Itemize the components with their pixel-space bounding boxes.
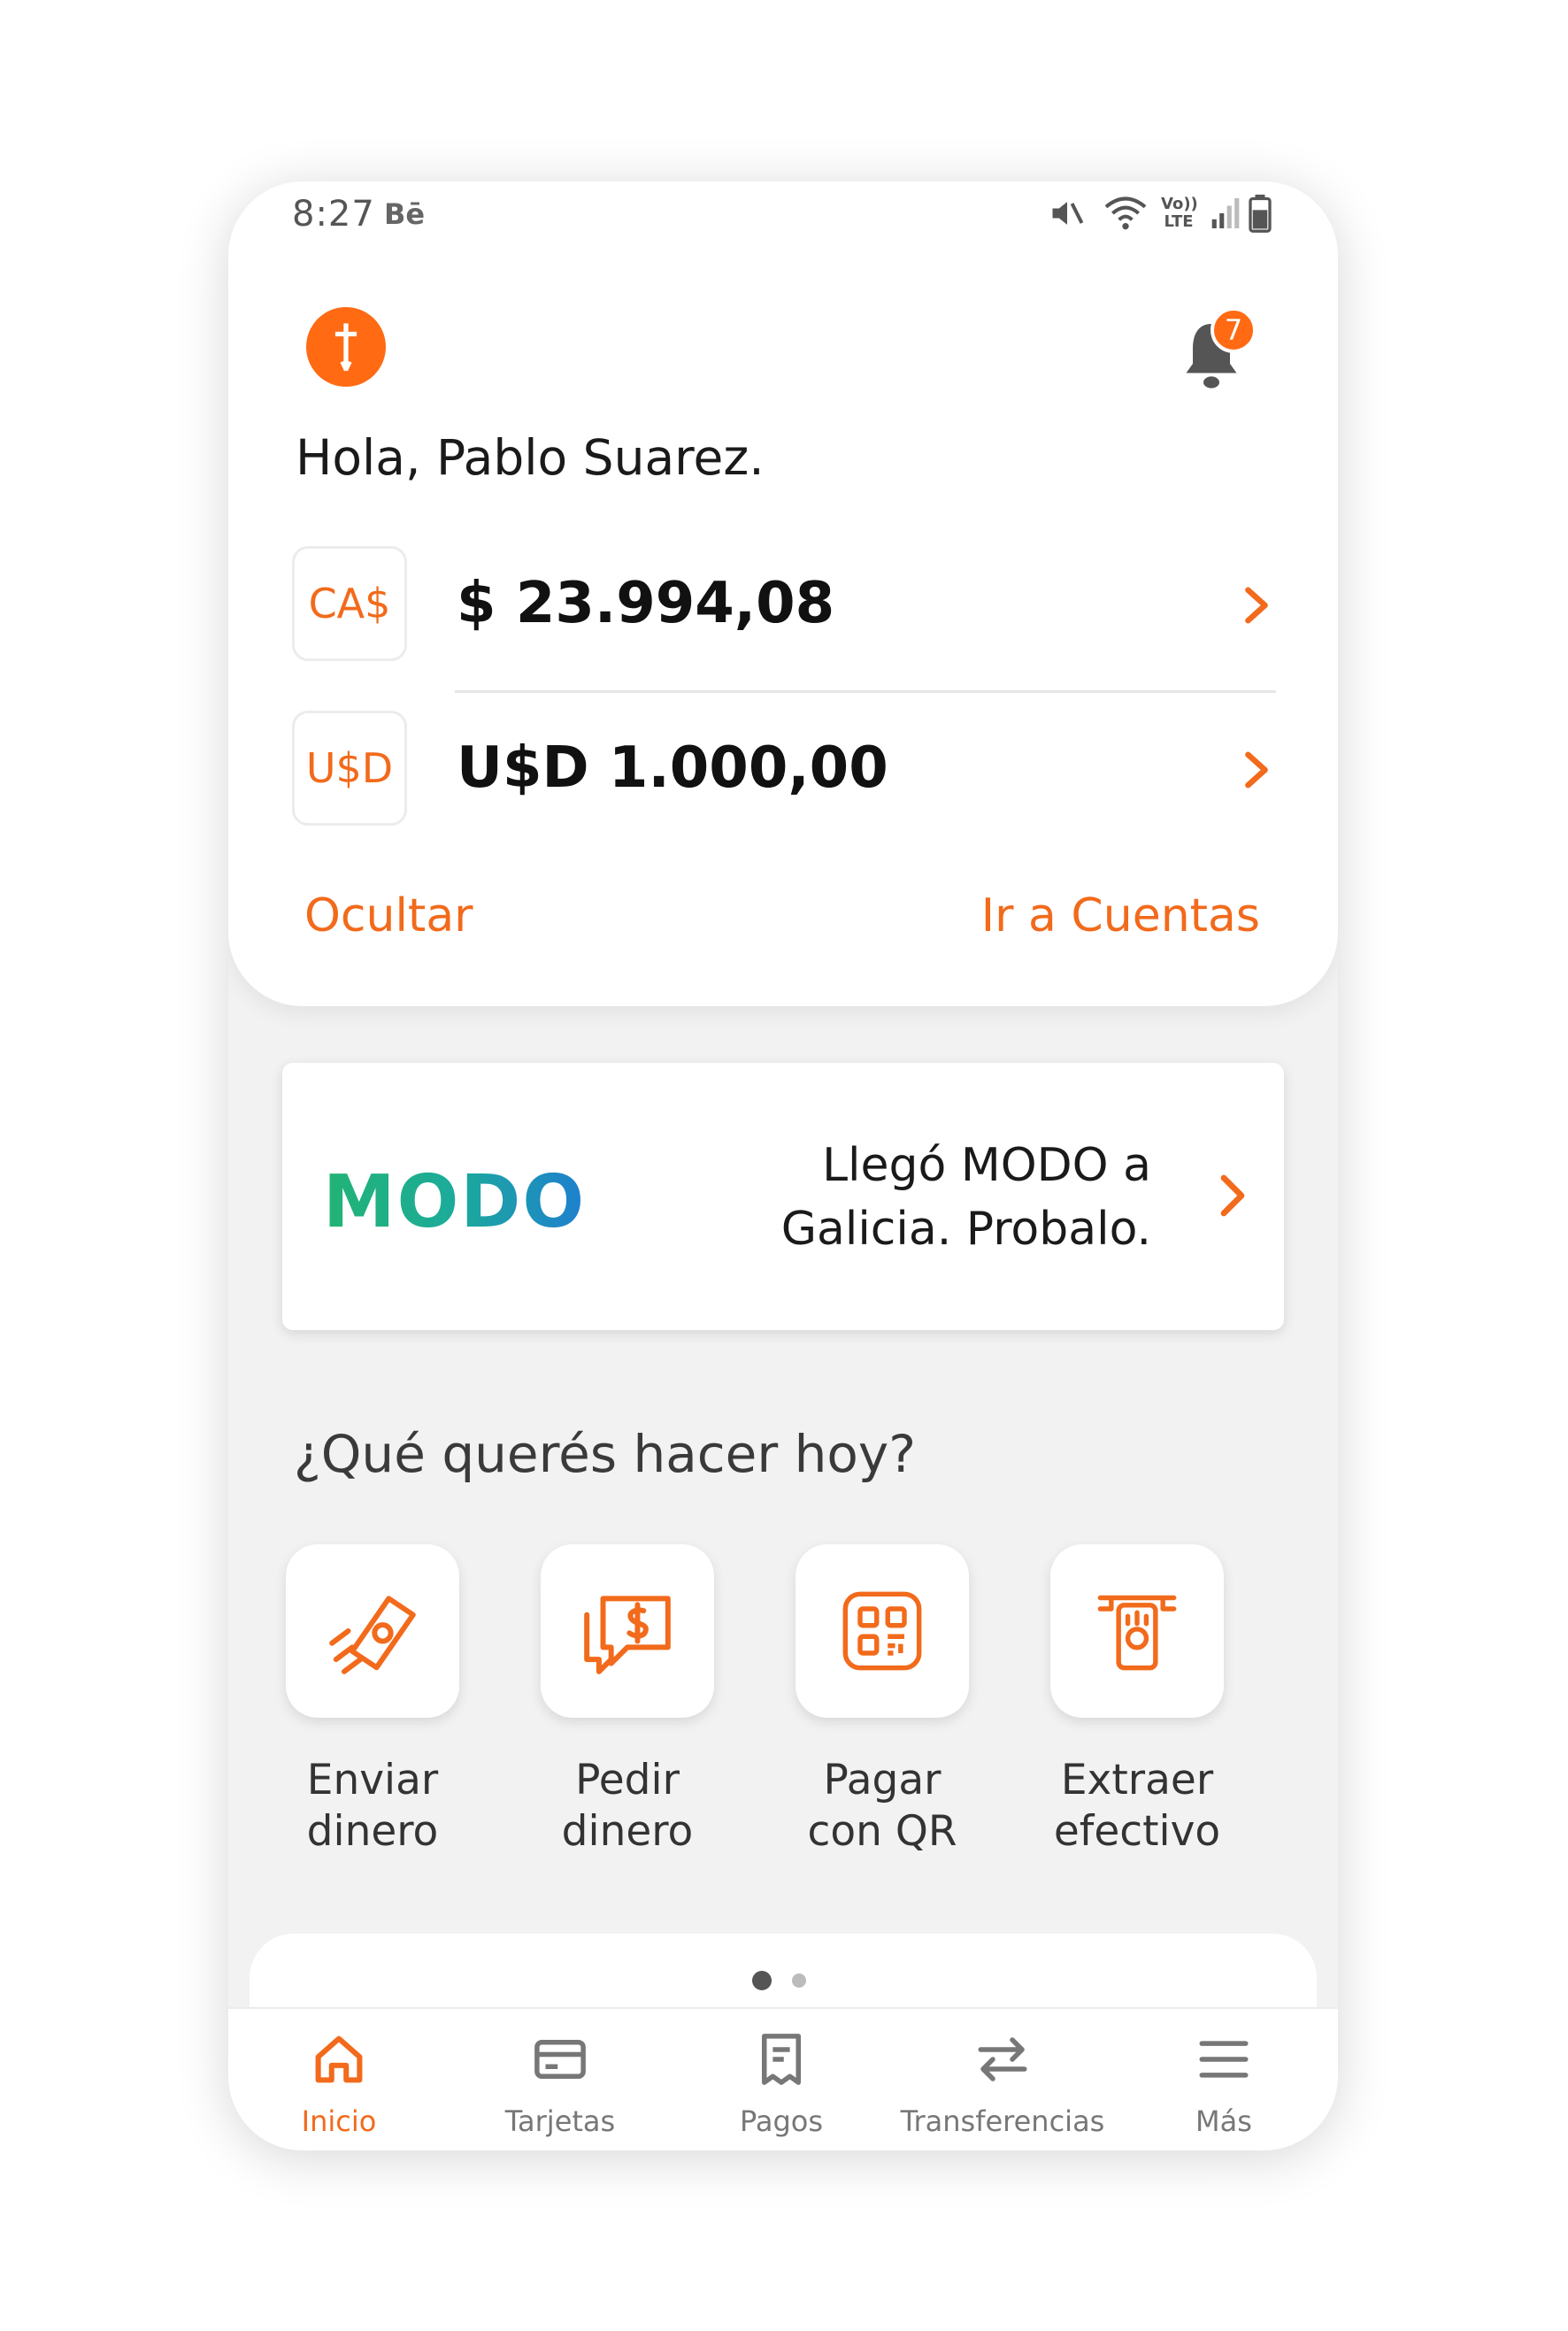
promo-message: Llegó MODO a Galicia. Probalo. bbox=[691, 1134, 1151, 1261]
action-label-line1: Enviar bbox=[306, 1756, 439, 1804]
action-label-line2: dinero bbox=[561, 1807, 694, 1856]
phone-screen: 8:27 Bē Vo)) LTE 7 Hola, Pablo Suarez. C… bbox=[228, 181, 1338, 2150]
currency-badge: CA$ bbox=[292, 546, 407, 661]
greeting: Hola, Pablo Suarez. bbox=[296, 429, 765, 486]
action-label-line1: Extraer bbox=[1060, 1756, 1214, 1804]
nav-item-pagos[interactable]: Pagos bbox=[671, 2009, 892, 2150]
bank-logo-icon[interactable] bbox=[306, 307, 386, 387]
account-balance: U$D 1.000,00 bbox=[457, 735, 888, 801]
action-tile[interactable] bbox=[1050, 1544, 1224, 1718]
action-label: Pedir dinero bbox=[483, 1755, 772, 1858]
mute-icon bbox=[1052, 202, 1084, 225]
chevron-right-icon bbox=[1220, 1174, 1245, 1217]
nav-label: Tarjetas bbox=[504, 2104, 616, 2138]
status-time: 8:27 bbox=[292, 194, 375, 235]
action-label: Pagar con QR bbox=[738, 1755, 1026, 1858]
nav-item-transferencias[interactable]: Transferencias bbox=[892, 2009, 1113, 2150]
nav-label: Transferencias bbox=[900, 2104, 1105, 2138]
nav-label: Pagos bbox=[739, 2104, 824, 2138]
carousel-dot[interactable] bbox=[792, 1973, 806, 1988]
wifi-icon bbox=[1104, 196, 1147, 230]
card-icon bbox=[534, 2040, 586, 2079]
volte-icon: Vo)) LTE bbox=[1161, 195, 1198, 231]
modo-promo-banner[interactable]: MODO Llegó MODO a Galicia. Probalo. bbox=[282, 1063, 1284, 1330]
receipt-icon bbox=[762, 2034, 801, 2085]
menu-icon bbox=[1199, 2041, 1249, 2078]
divider bbox=[455, 690, 1276, 693]
action-label-line1: Pagar bbox=[823, 1756, 942, 1804]
action-label: Enviar dinero bbox=[228, 1755, 517, 1858]
home-icon bbox=[315, 2035, 363, 2083]
account-balance: $ 23.994,08 bbox=[457, 571, 835, 636]
promo-message-line1: Llegó MODO a bbox=[822, 1139, 1151, 1192]
status-icons: Vo)) LTE bbox=[1048, 194, 1278, 236]
promo-message-line2: Galicia. Probalo. bbox=[780, 1203, 1151, 1256]
action-label: Extraer efectivo bbox=[993, 1755, 1281, 1858]
chevron-right-icon bbox=[1245, 751, 1268, 789]
action-label-line2: dinero bbox=[306, 1807, 439, 1856]
modo-logo: MODO bbox=[323, 1160, 587, 1244]
request-money-icon bbox=[584, 1596, 671, 1674]
action-label-line2: efectivo bbox=[1053, 1807, 1221, 1856]
hide-balances-link[interactable]: Ocultar bbox=[304, 889, 473, 942]
status-bar: 8:27 Bē Vo)) LTE bbox=[228, 181, 1338, 252]
battery-icon bbox=[1249, 194, 1272, 233]
nav-item-tarjetas[interactable]: Tarjetas bbox=[450, 2009, 671, 2150]
cash-withdraw-icon bbox=[1097, 1595, 1177, 1671]
status-indicator: Bē bbox=[384, 197, 426, 231]
volte-top-label: Vo)) bbox=[1161, 195, 1198, 213]
nav-label: Más bbox=[1195, 2104, 1252, 2138]
carousel-dot-active[interactable] bbox=[752, 1971, 772, 1990]
signal-icon bbox=[1211, 198, 1240, 228]
nav-item-mas[interactable]: Más bbox=[1113, 2009, 1334, 2150]
action-label-line2: con QR bbox=[807, 1807, 957, 1856]
account-row-cad[interactable]: CA$ $ 23.994,08 bbox=[292, 546, 1274, 665]
account-summary-card: 8:27 Bē Vo)) LTE 7 Hola, Pablo Suarez. C… bbox=[228, 181, 1338, 1006]
action-tile[interactable] bbox=[286, 1544, 459, 1718]
notification-badge: 7 bbox=[1211, 307, 1257, 353]
nav-item-inicio[interactable]: Inicio bbox=[228, 2009, 450, 2150]
transfer-icon bbox=[978, 2037, 1027, 2081]
currency-badge: U$D bbox=[292, 711, 407, 826]
bottom-navigation: Inicio Tarjetas Pagos Transferencias Más bbox=[228, 2007, 1338, 2150]
volte-bottom-label: LTE bbox=[1164, 212, 1194, 231]
account-row-usd[interactable]: U$D U$D 1.000,00 bbox=[292, 711, 1274, 829]
action-tile[interactable] bbox=[796, 1544, 969, 1718]
go-to-accounts-link[interactable]: Ir a Cuentas bbox=[981, 889, 1260, 942]
chevron-right-icon bbox=[1245, 587, 1268, 624]
send-money-icon bbox=[329, 1596, 416, 1674]
nav-label: Inicio bbox=[301, 2104, 377, 2138]
action-label-line1: Pedir bbox=[575, 1756, 680, 1804]
quick-actions-title: ¿Qué querés hacer hoy? bbox=[294, 1424, 916, 1484]
qr-payment-icon bbox=[842, 1591, 922, 1671]
action-tile[interactable] bbox=[541, 1544, 714, 1718]
